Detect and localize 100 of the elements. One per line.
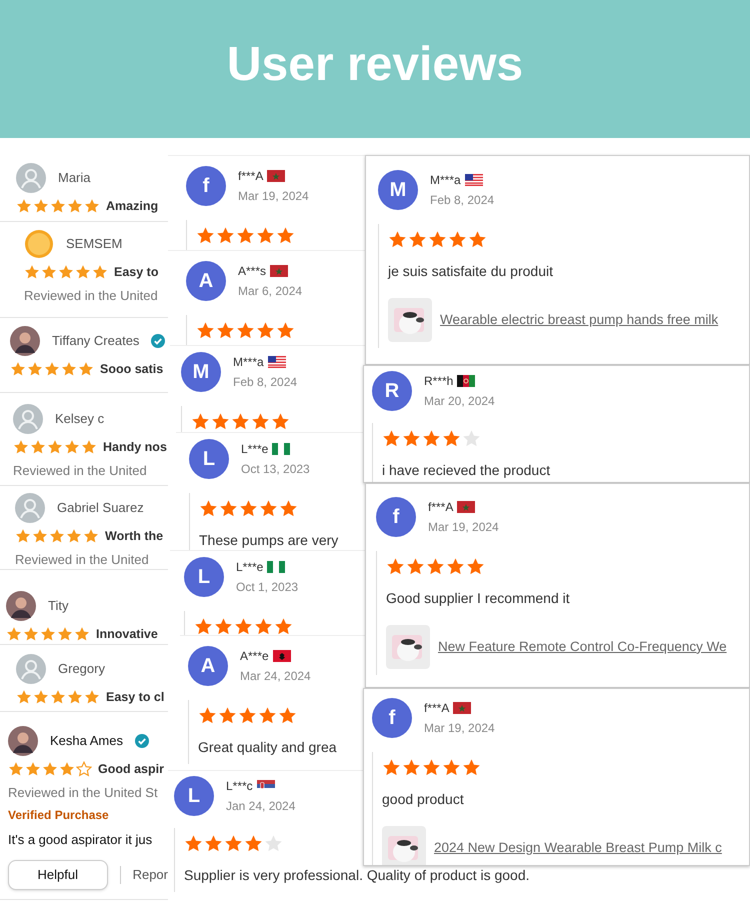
- star-icon: [256, 226, 275, 245]
- star-icon: [13, 439, 29, 456]
- avatar-initial: A: [186, 261, 226, 301]
- star-icon: [10, 361, 26, 378]
- star-icon: [59, 761, 75, 778]
- product-link[interactable]: Wearable electric breast pump hands free milk: [440, 310, 718, 330]
- star-icon: [244, 834, 263, 853]
- reviewer-name: Gregory: [58, 660, 105, 678]
- star-icon: [219, 499, 238, 518]
- star-icon: [41, 264, 57, 280]
- star-icon: [466, 557, 485, 576]
- star-icon: [386, 557, 405, 576]
- review-text: good product: [382, 790, 465, 809]
- star-icon: [218, 706, 237, 725]
- empty-star-icon: [76, 761, 92, 778]
- avatar-initial: L: [189, 439, 229, 479]
- star-icon: [259, 499, 278, 518]
- reviewer-name: Tity: [48, 597, 68, 616]
- reviewer-name: f***A: [424, 700, 450, 717]
- review-date: Feb 8, 2024: [430, 192, 494, 209]
- star-icon: [25, 761, 41, 778]
- review-text: Good supplier I recommend it: [386, 589, 571, 608]
- review-title: Innovative: [96, 626, 158, 643]
- star-icon: [49, 528, 65, 544]
- review-text: i have recieved the product: [382, 461, 552, 480]
- review-title: Amazing: [106, 198, 158, 215]
- review-date: Mar 19, 2024: [428, 519, 499, 536]
- review-location: Reviewed in the United: [13, 462, 148, 480]
- star-icon: [40, 626, 56, 642]
- avatar-initial: f: [186, 166, 226, 206]
- star-icon: [33, 689, 49, 706]
- star-icon: [84, 198, 100, 214]
- empty-star-icon: [462, 429, 481, 448]
- review-title: Handy nos: [103, 439, 167, 456]
- helpful-button[interactable]: Helpful: [8, 860, 108, 890]
- review-date: Mar 19, 2024: [238, 188, 309, 205]
- star-icon: [442, 429, 461, 448]
- star-icon: [67, 689, 83, 706]
- star-icon: [198, 706, 217, 725]
- reviewer-name: SEMSEM: [66, 235, 122, 254]
- star-icon: [23, 626, 39, 642]
- star-icon: [382, 758, 401, 777]
- star-icon: [388, 230, 407, 249]
- reviewer-name: R***h: [424, 373, 454, 390]
- review-text: Supplier is very professional. Quality of product is good.: [184, 866, 531, 885]
- reviewer-name: Maria: [58, 169, 91, 188]
- reviewer-name: Gabriel Suarez: [57, 499, 144, 518]
- star-icon: [42, 761, 58, 778]
- star-icon: [32, 528, 48, 544]
- review-date: Mar 24, 2024: [240, 668, 311, 685]
- star-icon: [406, 557, 425, 576]
- product-link[interactable]: New Feature Remote Control Co-Frequency We: [438, 636, 727, 658]
- star-icon: [75, 264, 91, 280]
- star-icon: [74, 626, 90, 642]
- star-icon: [58, 264, 74, 280]
- reviewer-name: L***e: [241, 441, 268, 458]
- star-icon: [278, 706, 297, 725]
- review-date: Mar 19, 2024: [424, 720, 495, 737]
- star-icon: [274, 617, 293, 635]
- star-icon: [184, 834, 203, 853]
- avatar-initial: R: [372, 371, 412, 411]
- star-icon: [204, 834, 223, 853]
- star-icon: [426, 557, 445, 576]
- review-location: Reviewed in the United: [24, 286, 159, 305]
- star-icon: [236, 226, 255, 245]
- star-icon: [448, 230, 467, 249]
- reviewer-name: f***A: [428, 499, 454, 516]
- review-text: It's a good aspirator it jus: [8, 831, 154, 850]
- star-icon: [196, 226, 215, 245]
- star-icon: [6, 626, 22, 642]
- review-date: Oct 13, 2023: [241, 461, 310, 478]
- star-icon: [276, 226, 295, 245]
- star-icon: [191, 412, 210, 431]
- reviewer-name: Kesha Ames: [50, 732, 123, 750]
- star-icon: [61, 361, 77, 378]
- star-icon: [234, 617, 253, 635]
- star-icon: [256, 321, 275, 340]
- star-icon: [196, 321, 215, 340]
- star-icon: [78, 361, 94, 378]
- star-icon: [66, 528, 82, 544]
- reviewer-name: M***a: [233, 354, 264, 371]
- star-icon: [231, 412, 250, 431]
- star-icon: [92, 264, 108, 280]
- star-icon: [442, 758, 461, 777]
- star-icon: [33, 198, 49, 214]
- product-link[interactable]: 2024 New Design Wearable Breast Pump Milk c: [434, 838, 722, 858]
- star-icon: [47, 439, 63, 456]
- star-icon: [254, 617, 273, 635]
- star-icon: [402, 429, 421, 448]
- star-icon: [468, 230, 487, 249]
- review-location: Reviewed in the United: [15, 550, 150, 569]
- star-icon: [199, 499, 218, 518]
- star-icon: [194, 617, 213, 635]
- star-icon: [216, 226, 235, 245]
- star-icon: [211, 412, 230, 431]
- report-link[interactable]: Repor: [132, 865, 168, 884]
- avatar-initial: M: [181, 352, 221, 392]
- review-date: Mar 6, 2024: [238, 283, 302, 300]
- star-icon: [44, 361, 60, 378]
- avatar-initial: L: [184, 557, 224, 597]
